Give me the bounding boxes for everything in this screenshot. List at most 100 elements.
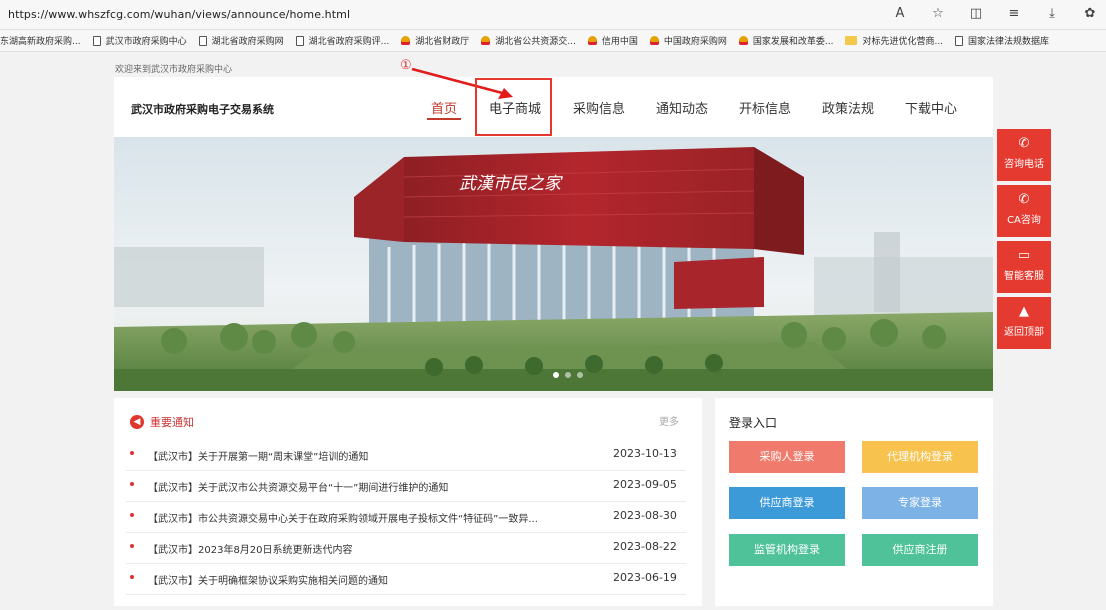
bookmark-label: 湖北省财政厅	[415, 37, 470, 47]
page-icon	[955, 35, 964, 46]
gov-emblem-icon	[481, 36, 491, 45]
consult-phone-button[interactable]: ✆ 咨询电话	[997, 129, 1051, 181]
bookmark-label: 国家发展和改革委...	[752, 37, 834, 47]
favorite-star-icon[interactable]: ☆	[930, 6, 946, 22]
bullet-icon	[130, 575, 134, 579]
bookmark-label: 东湖高新政府采购...	[0, 37, 81, 47]
supplier-register-button[interactable]: 供应商注册	[862, 534, 978, 566]
nav-policies[interactable]: 政策法规	[822, 98, 874, 117]
bookmark-item[interactable]: 湖北省政府采购评...	[295, 34, 389, 47]
notice-item[interactable]: 【武汉市】市公共资源交易中心关于在政府采购领域开展电子投标文件“特征码”一致异.…	[126, 502, 686, 533]
nav-bid-opening[interactable]: 开标信息	[739, 98, 791, 117]
bookmark-label: 湖北省政府采购网	[211, 37, 284, 47]
back-to-top-button[interactable]: ▲ 返回顶部	[997, 297, 1051, 349]
notice-item-date: 2023-08-22	[613, 540, 677, 553]
banner-dot[interactable]	[577, 372, 583, 378]
expert-login-button[interactable]: 专家登录	[862, 487, 978, 519]
building-sign-text: 武漢市民之家	[459, 174, 563, 194]
notice-item-text[interactable]: 【武汉市】市公共资源交易中心关于在政府采购领域开展电子投标文件“特征码”一致异.…	[148, 510, 538, 525]
bullet-icon	[130, 451, 134, 455]
chat-bubble-icon: ▭	[1017, 248, 1031, 263]
bookmark-label: 对标先进优化营商...	[862, 37, 944, 47]
site-header: 武汉市政府采购电子交易系统 首页 电子商城 采购信息 通知动态 开标信息 政策法…	[114, 77, 993, 137]
extensions-icon[interactable]: ✿	[1082, 6, 1098, 22]
notice-title: 重要通知	[150, 416, 194, 429]
page-icon	[198, 35, 207, 46]
notice-item-date: 2023-09-05	[613, 478, 677, 491]
notice-item-date: 2023-06-19	[613, 571, 677, 584]
regulator-login-button[interactable]: 监管机构登录	[729, 534, 845, 566]
nav-notices[interactable]: 通知动态	[656, 98, 708, 117]
page-icon	[295, 35, 304, 46]
annotation-highlight-box	[475, 78, 552, 136]
ca-consult-button[interactable]: ✆ CA咨询	[997, 185, 1051, 237]
folder-icon	[845, 36, 858, 45]
notice-item-text[interactable]: 【武汉市】关于明确框架协议采购实施相关问题的通知	[148, 572, 388, 587]
bookmark-label: 武汉市政府采购中心	[105, 37, 187, 47]
bullet-icon	[130, 513, 134, 517]
banner-dot[interactable]	[553, 372, 559, 378]
bookmark-item[interactable]: 对标先进优化营商...	[845, 34, 943, 47]
browser-toolbar: A ☆ ◫ ≡ ⤓ ✿	[892, 6, 1098, 22]
notice-item-text[interactable]: 【武汉市】关于武汉市公共资源交易平台“十一”期间进行维护的通知	[148, 479, 448, 494]
notice-item[interactable]: 【武汉市】关于开展第一期“周末课堂”培训的通知 2023-10-13	[126, 440, 686, 471]
page-icon	[92, 35, 101, 46]
supplier-login-button[interactable]: 供应商登录	[729, 487, 845, 519]
bookmark-item[interactable]: 武汉市政府采购中心	[92, 34, 187, 47]
smart-service-button[interactable]: ▭ 智能客服	[997, 241, 1051, 293]
side-label: 返回顶部	[1004, 327, 1044, 338]
site-title: 武汉市政府采购电子交易系统	[131, 103, 274, 116]
download-icon[interactable]: ⤓	[1044, 6, 1060, 22]
purchaser-login-button[interactable]: 采购人登录	[729, 441, 845, 473]
notice-list: 【武汉市】关于开展第一期“周末课堂”培训的通知 2023-10-13 【武汉市】…	[126, 440, 686, 595]
favorites-list-icon[interactable]: ≡	[1006, 6, 1022, 22]
read-aloud-icon[interactable]: A	[892, 6, 908, 22]
bookmark-item[interactable]: 湖北省政府采购网	[198, 34, 284, 47]
bookmark-item[interactable]: 信用中国	[587, 34, 638, 47]
browser-address-bar: https://www.whszfcg.com/wuhan/views/anno…	[0, 0, 1106, 30]
login-entry-panel: 登录入口 采购人登录 代理机构登录 供应商登录 专家登录 监管机构登录 供应商注…	[715, 398, 993, 606]
gov-emblem-icon	[738, 36, 748, 45]
notice-item[interactable]: 【武汉市】关于武汉市公共资源交易平台“十一”期间进行维护的通知 2023-09-…	[126, 471, 686, 502]
gov-emblem-icon	[587, 36, 597, 45]
bullet-icon	[130, 544, 134, 548]
bookmark-item[interactable]: 湖北省公共资源交...	[481, 34, 576, 47]
welcome-text: 欢迎来到武汉市政府采购中心	[115, 65, 233, 75]
bookmark-label: 中国政府采购网	[663, 37, 727, 47]
notice-item[interactable]: 【武汉市】2023年8月20日系统更新迭代内容 2023-08-22	[126, 533, 686, 564]
login-title: 登录入口	[729, 416, 778, 430]
gov-emblem-icon	[649, 36, 659, 45]
nav-procurement-info[interactable]: 采购信息	[573, 98, 625, 117]
split-screen-icon[interactable]: ◫	[968, 6, 984, 22]
bookmark-item[interactable]: 国家发展和改革委...	[738, 34, 834, 47]
notice-item-date: 2023-10-13	[613, 447, 677, 460]
bookmark-label: 信用中国	[601, 37, 638, 47]
bookmark-item[interactable]: 中国政府采购网	[649, 34, 727, 47]
bookmarks-bar: 东湖高新政府采购... 武汉市政府采购中心 湖北省政府采购网 湖北省政府采购评... 湖…	[0, 30, 1106, 52]
notice-item[interactable]: 【武汉市】关于明确框架协议采购实施相关问题的通知 2023-06-19	[126, 564, 686, 595]
gov-emblem-icon	[401, 36, 411, 45]
agency-login-button[interactable]: 代理机构登录	[862, 441, 978, 473]
speaker-icon: ◀	[130, 415, 144, 429]
important-notice-panel: ◀ 重要通知 更多 【武汉市】关于开展第一期“周末课堂”培训的通知 2023-1…	[114, 398, 702, 606]
phone-icon: ✆	[1018, 192, 1030, 207]
bookmark-item[interactable]: 东湖高新政府采购...	[0, 34, 81, 47]
notice-item-text[interactable]: 【武汉市】2023年8月20日系统更新迭代内容	[148, 541, 353, 556]
notice-item-date: 2023-08-30	[613, 509, 677, 522]
banner-building-illustration: 武漢市民之家	[114, 137, 993, 391]
bookmark-item[interactable]: 国家法律法规数据库	[955, 34, 1049, 47]
banner-dot[interactable]	[565, 372, 571, 378]
banner-image: 武漢市民之家	[114, 137, 993, 391]
side-label: 咨询电话	[1004, 159, 1044, 170]
side-float-menu: ✆ 咨询电话 ✆ CA咨询 ▭ 智能客服 ▲ 返回顶部	[997, 129, 1051, 353]
url-field[interactable]: https://www.whszfcg.com/wuhan/views/anno…	[8, 8, 350, 21]
arrow-up-icon: ▲	[1019, 304, 1029, 319]
nav-home[interactable]: 首页	[426, 98, 462, 120]
notice-more-link[interactable]: 更多	[659, 413, 679, 428]
notice-item-text[interactable]: 【武汉市】关于开展第一期“周末课堂”培训的通知	[148, 448, 368, 463]
side-label: CA咨询	[1007, 215, 1041, 226]
nav-downloads[interactable]: 下载中心	[905, 98, 957, 117]
bookmark-label: 湖北省公共资源交...	[495, 37, 576, 47]
bookmark-item[interactable]: 湖北省财政厅	[401, 34, 469, 47]
side-label: 智能客服	[1004, 271, 1044, 282]
